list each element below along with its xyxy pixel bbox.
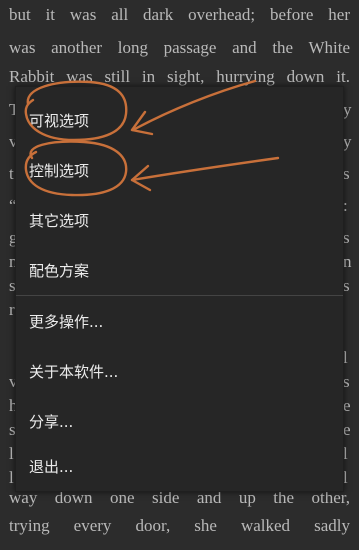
menu-item-about[interactable]: 关于本软件... (16, 346, 343, 396)
text-line-fragment: s (343, 372, 350, 391)
text-line-fragment: s (343, 276, 350, 295)
menu-item-share[interactable]: 分享... (16, 396, 343, 446)
menu-item-label: 更多操作... (29, 312, 104, 331)
text-line: was another long passage and the White (9, 38, 350, 57)
menu-item-more-actions[interactable]: 更多操作... (16, 296, 343, 346)
menu-item-label: 其它选项 (29, 211, 90, 230)
menu-item-label: 退出... (29, 457, 74, 476)
text-line-fragment: l (343, 444, 348, 463)
text-line-fragment: : (343, 196, 348, 215)
text-line-fragment: y (343, 100, 352, 119)
menu-item-label: 分享... (29, 412, 74, 431)
menu-item-color-scheme[interactable]: 配色方案 (16, 245, 343, 295)
menu-item-other-options[interactable]: 其它选项 (16, 195, 343, 245)
text-line: trying every door, she walked sadly (9, 516, 350, 535)
text-line: Rabbit was still in sight, hurrying down… (9, 67, 350, 86)
options-menu: 可视选项 控制选项 其它选项 配色方案 更多操作... 关于本软件... 分享.… (15, 86, 344, 492)
text-line-fragment: e (343, 420, 351, 439)
menu-item-label: 控制选项 (29, 161, 90, 180)
text-line-fragment: s (343, 164, 350, 183)
text-line-fragment: y (343, 132, 352, 151)
menu-item-label: 可视选项 (29, 111, 90, 130)
text-line-fragment: e (343, 396, 351, 415)
text-line-fragment: l (343, 348, 348, 367)
text-line-fragment: l (343, 468, 348, 487)
menu-item-label: 关于本软件... (29, 362, 119, 381)
text-line-fragment: s (343, 228, 350, 247)
ebook-reader-screen: but it was all dark overhead; before her… (0, 0, 359, 550)
menu-item-view-options[interactable]: 可视选项 (16, 95, 343, 145)
menu-item-control-options[interactable]: 控制选项 (16, 145, 343, 195)
text-line-fragment: n (343, 252, 352, 271)
menu-item-label: 配色方案 (29, 261, 90, 280)
text-line: but it was all dark overhead; before her (9, 5, 350, 24)
menu-item-exit[interactable]: 退出... (16, 441, 343, 491)
